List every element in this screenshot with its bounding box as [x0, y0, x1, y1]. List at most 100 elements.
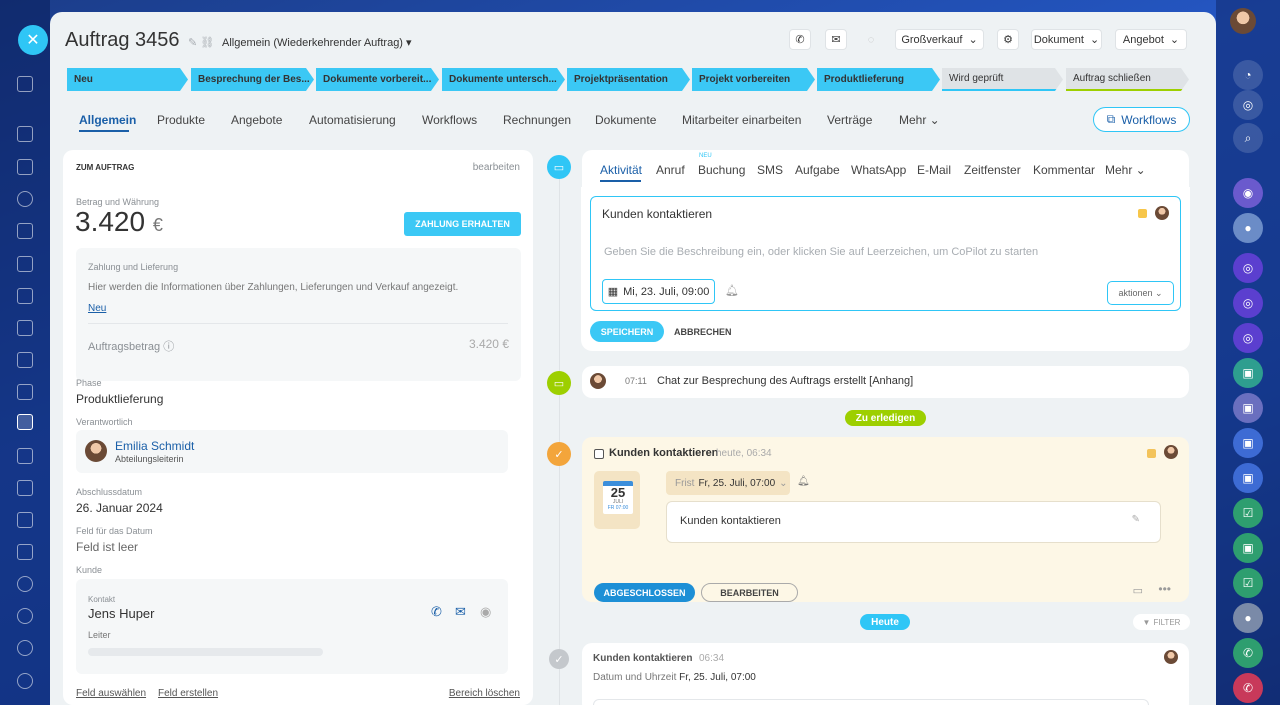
bell-icon[interactable]: 🔔︎	[725, 284, 739, 297]
history-title[interactable]: Kunden kontaktieren	[593, 653, 692, 664]
tab-whatsapp[interactable]: WhatsApp	[851, 163, 906, 177]
funnel-icon[interactable]	[17, 414, 33, 430]
tab-timeslot[interactable]: Zeitfenster	[964, 163, 1021, 177]
lock-icon[interactable]: ▣	[1233, 428, 1263, 458]
tab-invoices[interactable]: Rechnungen	[503, 113, 571, 127]
contact-avatar-icon[interactable]: ●	[1233, 213, 1263, 243]
channel-icon[interactable]: ◎	[1233, 323, 1263, 353]
payment-new-link[interactable]: Neu	[88, 303, 106, 314]
check-doc-icon[interactable]: ☑	[1233, 498, 1263, 528]
lock-icon[interactable]: ▣	[1233, 358, 1263, 388]
phone-icon[interactable]: ✆	[1233, 673, 1263, 703]
bell-icon[interactable]: ◔	[1233, 60, 1263, 90]
edit-link[interactable]: bearbeiten	[473, 162, 520, 173]
lock-icon[interactable]: ▣	[1233, 463, 1263, 493]
tab-more[interactable]: Mehr ⌄	[899, 113, 940, 127]
pencil-icon[interactable]: ✎	[1132, 514, 1140, 525]
responsible-name[interactable]: Emilia Schmidt	[115, 439, 194, 453]
tab-sms[interactable]: SMS	[757, 163, 783, 177]
avatar-icon[interactable]: ●	[1233, 603, 1263, 633]
contacts-icon[interactable]	[17, 191, 33, 207]
more-icon[interactable]: •••	[1158, 582, 1171, 596]
completed-button[interactable]: ABGESCHLOSSEN	[594, 583, 695, 602]
calendar-icon[interactable]	[17, 544, 33, 560]
tab-call[interactable]: Anruf	[656, 163, 685, 177]
search-icon[interactable]: ⌕	[1233, 123, 1263, 153]
shield-icon[interactable]	[17, 512, 33, 528]
collapse-icon[interactable]	[17, 76, 33, 92]
select-field-link[interactable]: Feld auswählen	[76, 688, 146, 699]
lock-icon[interactable]: ▣	[1233, 533, 1263, 563]
payment-received-button[interactable]: ZAHLUNG ERHALTEN	[404, 212, 521, 236]
task-checkbox[interactable]	[594, 449, 604, 459]
document-button[interactable]: Dokument ⌄	[1031, 29, 1102, 50]
check-doc-icon[interactable]: ☑	[1233, 568, 1263, 598]
tab-offers[interactable]: Angebote	[231, 113, 282, 127]
date-picker[interactable]: ▦ Mi, 23. Juli, 09:00	[602, 279, 715, 304]
save-button[interactable]: SPEICHERN	[590, 321, 664, 342]
edit-button[interactable]: BEARBEITEN	[701, 583, 798, 602]
pencil-icon[interactable]: ✎ ⛓	[188, 36, 214, 49]
tab-task[interactable]: Aufgabe	[795, 163, 840, 177]
offer-button[interactable]: Angebot ⌄	[1115, 29, 1187, 50]
responsible-box[interactable]: Emilia Schmidt Abteilungsleiterin	[76, 430, 508, 473]
stage-close[interactable]: Auftrag schließen	[1066, 68, 1189, 91]
filter-button[interactable]: ▼ FILTER	[1133, 614, 1190, 630]
wallet-icon[interactable]	[17, 480, 33, 496]
stage-presentation[interactable]: Projektpräsentation	[567, 68, 690, 91]
phone-icon[interactable]: ✆	[789, 29, 811, 50]
cancel-button[interactable]: ABBRECHEN	[674, 327, 732, 337]
deal-type[interactable]: Allgemein (Wiederkehrender Auftrag) ▾	[222, 36, 412, 49]
stage-review[interactable]: Wird geprüft	[942, 68, 1063, 91]
s-icon[interactable]	[17, 640, 33, 656]
contact-name[interactable]: Jens Huper	[88, 606, 154, 621]
tab-comment[interactable]: Kommentar	[1033, 163, 1095, 177]
tab-email[interactable]: E-Mail	[917, 163, 951, 177]
copilot-icon[interactable]: ◌	[860, 29, 882, 50]
settings-icon[interactable]	[17, 673, 33, 689]
tab-workflows[interactable]: Workflows	[422, 113, 477, 127]
phone-icon[interactable]: ✆	[431, 604, 442, 620]
stage-sign-docs[interactable]: Dokumente untersch...	[442, 68, 565, 91]
stage-new[interactable]: Neu	[67, 68, 188, 91]
stage-delivery[interactable]: Produktlieferung	[817, 68, 940, 91]
cart-icon[interactable]	[17, 384, 33, 400]
create-field-link[interactable]: Feld erstellen	[158, 688, 218, 699]
edit-doc-icon[interactable]	[17, 448, 33, 464]
channel-icon[interactable]: ◎	[1233, 253, 1263, 283]
deadline-select[interactable]: Frist Fr, 25. Juli, 07:00 ⌄	[666, 471, 790, 495]
chat-icon[interactable]: ◉	[480, 604, 491, 620]
color-tag[interactable]	[1138, 209, 1147, 218]
tab-more[interactable]: Mehr ⌄	[1105, 163, 1146, 177]
editor-box[interactable]: Kunden kontaktieren Geben Sie die Beschr…	[590, 196, 1181, 311]
chat-icon[interactable]	[17, 256, 33, 272]
tab-booking[interactable]: Buchung	[698, 163, 745, 177]
monitor-icon[interactable]	[17, 320, 33, 336]
task-title[interactable]: Kunden kontaktieren	[609, 447, 718, 459]
note-icon[interactable]: ▭	[1133, 584, 1143, 597]
description-placeholder[interactable]: Geben Sie die Beschreibung ein, oder kli…	[604, 246, 1038, 258]
gear-icon[interactable]: ⚙	[997, 29, 1019, 50]
target-icon[interactable]	[17, 608, 33, 624]
documents-icon[interactable]	[17, 223, 33, 239]
tab-automation[interactable]: Automatisierung	[309, 113, 396, 127]
chart-icon[interactable]	[17, 352, 33, 368]
close-icon[interactable]: ✕	[18, 25, 48, 55]
robot-icon[interactable]	[17, 576, 33, 592]
stage-meeting[interactable]: Besprechung der Bes...	[191, 68, 314, 91]
phone-icon[interactable]: ✆	[1233, 638, 1263, 668]
tab-products[interactable]: Produkte	[157, 113, 205, 127]
tab-general[interactable]: Allgemein	[79, 113, 136, 127]
editor-title[interactable]: Kunden kontaktieren	[602, 207, 712, 221]
tab-contracts[interactable]: Verträge	[827, 113, 872, 127]
copilot-icon[interactable]: ◎	[1233, 90, 1263, 120]
channel-icon[interactable]: ◎	[1233, 288, 1263, 318]
mail-icon[interactable]: ✉	[455, 604, 466, 620]
check-icon[interactable]	[17, 159, 33, 175]
stage-prepare-project[interactable]: Projekt vorbereiten	[692, 68, 815, 91]
tab-activity[interactable]: Aktivität	[600, 163, 642, 177]
clear-section-link[interactable]: Bereich löschen	[449, 688, 520, 699]
grosskauf-select[interactable]: Großverkauf ⌄	[895, 29, 984, 50]
card-icon[interactable]	[17, 288, 33, 304]
color-tag[interactable]	[1147, 449, 1156, 458]
